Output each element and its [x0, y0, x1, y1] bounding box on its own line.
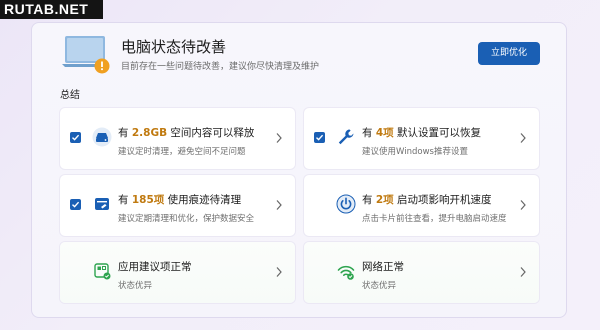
summary-heading: 总结: [60, 90, 80, 101]
free-space-checkbox[interactable]: [70, 132, 81, 143]
chevron-right-icon: [520, 200, 526, 210]
laptop-warning-icon: [62, 33, 112, 75]
chevron-right-icon: [276, 267, 282, 277]
status-panel: 电脑状态待改善 目前存在一些问题待改善，建议你尽快清理及维护 立即优化 总结 有…: [31, 22, 567, 318]
optimize-now-button[interactable]: 立即优化: [478, 42, 540, 65]
watermark: RUTAB.NET: [0, 0, 103, 19]
trace-icon: [92, 194, 112, 214]
startup-items-subtitle: 点击卡片前往查看，提升电脑启动速度: [362, 214, 507, 224]
free-space-title: 有 2.8GB 空间内容可以释放: [118, 127, 255, 139]
default-settings-checkbox[interactable]: [314, 132, 325, 143]
card-default-settings[interactable]: 有 4项 默认设置可以恢复 建议使用Windows推荐设置: [304, 108, 539, 169]
page-subtitle: 目前存在一些问题待改善，建议你尽快清理及维护: [121, 62, 320, 72]
startup-items-title: 有 2项 启动项影响开机速度: [362, 194, 492, 206]
chevron-right-icon: [520, 267, 526, 277]
usage-traces-checkbox[interactable]: [70, 199, 81, 210]
page-title: 电脑状态待改善: [121, 38, 227, 56]
power-icon: [336, 194, 356, 214]
usage-traces-title: 有 185项 使用痕迹待清理: [118, 194, 242, 206]
app-suggest-icon: [92, 261, 112, 281]
free-space-subtitle: 建议定时清理，避免空间不足问题: [118, 147, 246, 157]
card-usage-traces[interactable]: 有 185项 使用痕迹待清理 建议定期清理和优化，保护数据安全: [60, 175, 295, 236]
default-settings-title: 有 4项 默认设置可以恢复: [362, 127, 481, 139]
network-title: 网络正常: [362, 261, 404, 273]
card-startup-items[interactable]: 有 2项 启动项影响开机速度 点击卡片前往查看，提升电脑启动速度: [304, 175, 539, 236]
chevron-right-icon: [520, 133, 526, 143]
wrench-icon: [336, 127, 356, 147]
app-suggestions-title: 应用建议项正常: [118, 261, 192, 273]
chevron-right-icon: [276, 200, 282, 210]
app-suggestions-subtitle: 状态优异: [118, 281, 153, 291]
card-free-space[interactable]: 有 2.8GB 空间内容可以释放 建议定时清理，避免空间不足问题: [60, 108, 295, 169]
card-network[interactable]: 网络正常 状态优异: [304, 242, 539, 303]
card-app-suggestions[interactable]: 应用建议项正常 状态优异: [60, 242, 295, 303]
disk-icon: [92, 127, 112, 147]
chevron-right-icon: [276, 133, 282, 143]
network-subtitle: 状态优异: [362, 281, 397, 291]
default-settings-subtitle: 建议使用Windows推荐设置: [362, 147, 468, 157]
network-icon: [336, 261, 356, 281]
usage-traces-subtitle: 建议定期清理和优化，保护数据安全: [118, 214, 255, 224]
